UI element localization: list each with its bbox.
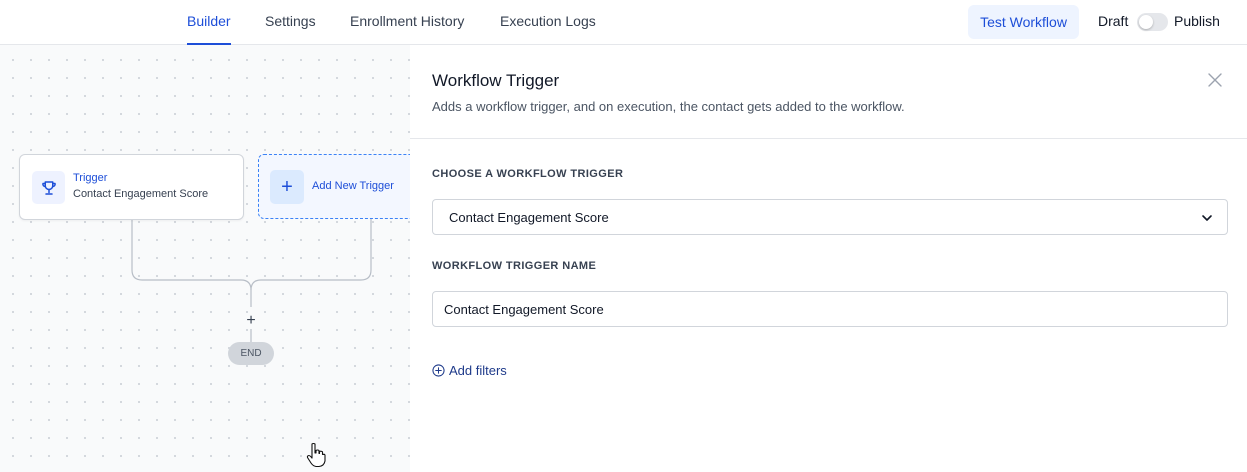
add-new-trigger-card[interactable]: + Add New Trigger bbox=[258, 154, 410, 219]
tab-enrollment-history[interactable]: Enrollment History bbox=[350, 13, 464, 29]
publish-label: Publish bbox=[1174, 13, 1220, 29]
panel-header: Workflow Trigger Adds a workflow trigger… bbox=[410, 45, 1247, 139]
chevron-down-icon bbox=[1202, 215, 1212, 221]
draft-label: Draft bbox=[1098, 13, 1129, 29]
toggle-knob bbox=[1139, 15, 1153, 29]
workflow-canvas[interactable]: Trigger Contact Engagement Score + Add N… bbox=[0, 45, 410, 472]
trophy-icon bbox=[32, 171, 65, 204]
workflow-trigger-select[interactable]: Contact Engagement Score bbox=[432, 199, 1228, 235]
publish-toggle[interactable] bbox=[1137, 13, 1168, 31]
trigger-card[interactable]: Trigger Contact Engagement Score bbox=[19, 154, 244, 220]
trigger-card-title: Trigger bbox=[73, 172, 108, 184]
workflow-trigger-panel: Workflow Trigger Adds a workflow trigger… bbox=[410, 45, 1247, 472]
selected-trigger-value: Contact Engagement Score bbox=[449, 210, 609, 225]
trigger-card-subtitle: Contact Engagement Score bbox=[73, 188, 209, 200]
plus-circle-icon bbox=[432, 364, 445, 377]
tab-execution-logs[interactable]: Execution Logs bbox=[500, 13, 596, 29]
tab-settings[interactable]: Settings bbox=[265, 13, 316, 29]
end-node: END bbox=[228, 342, 274, 365]
tab-builder[interactable]: Builder bbox=[187, 13, 231, 45]
choose-trigger-label: CHOOSE A WORKFLOW TRIGGER bbox=[432, 168, 624, 180]
add-filters-link[interactable]: Add filters bbox=[432, 363, 507, 378]
plus-icon: + bbox=[270, 170, 304, 204]
top-nav-bar: Builder Settings Enrollment History Exec… bbox=[0, 0, 1247, 45]
panel-description: Adds a workflow trigger, and on executio… bbox=[432, 99, 905, 114]
trigger-name-input[interactable] bbox=[432, 291, 1228, 327]
add-step-plus-icon[interactable]: + bbox=[244, 312, 258, 330]
add-new-trigger-label: Add New Trigger bbox=[312, 180, 394, 192]
hand-cursor-icon bbox=[306, 442, 326, 468]
close-icon[interactable] bbox=[1208, 73, 1222, 87]
add-filters-label: Add filters bbox=[449, 363, 507, 378]
connector-lines bbox=[131, 219, 372, 342]
panel-title: Workflow Trigger bbox=[432, 71, 560, 90]
test-workflow-button[interactable]: Test Workflow bbox=[968, 5, 1079, 39]
trigger-name-label: WORKFLOW TRIGGER NAME bbox=[432, 260, 597, 272]
